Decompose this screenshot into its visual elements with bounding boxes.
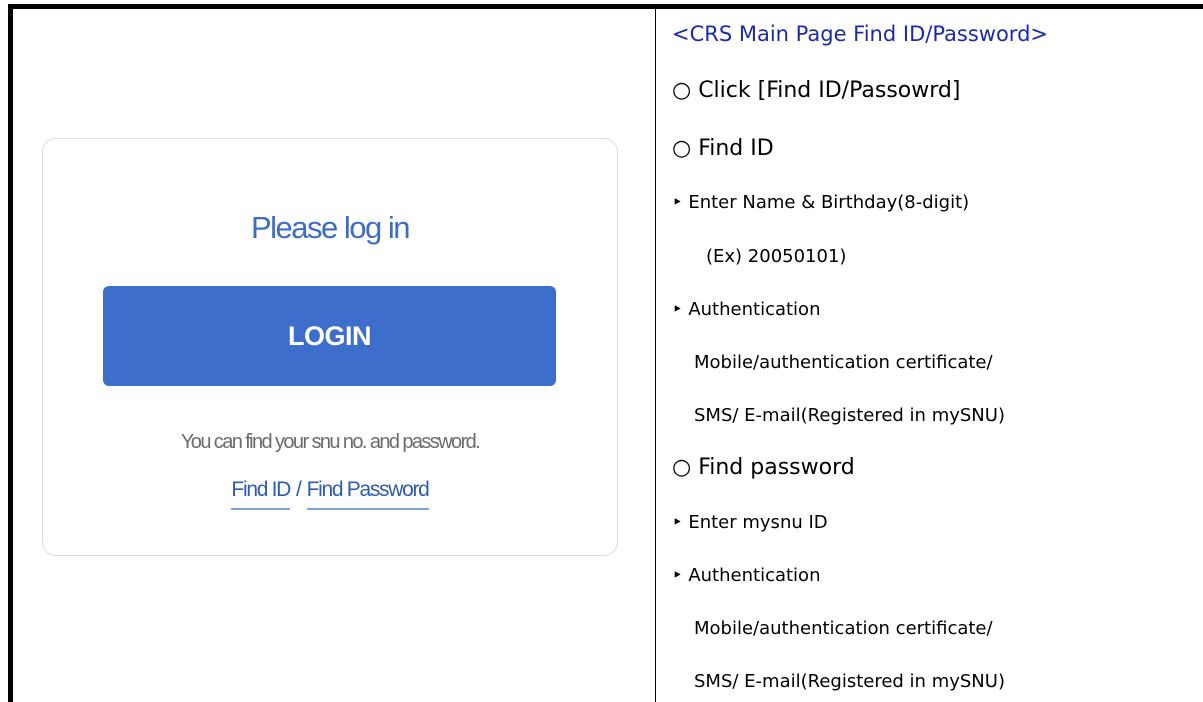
- find-link-separator: /: [296, 478, 302, 501]
- instruction-auth-methods-2a: Mobile/authentication certificate/: [694, 618, 993, 639]
- instruction-find-password: ○ Find password: [672, 455, 855, 480]
- column-divider: [655, 9, 656, 702]
- instruction-enter-name-birthday: ‣ Enter Name & Birthday(8-digit): [672, 192, 970, 213]
- frame-top-border: [8, 4, 1203, 9]
- find-links: Find ID / Find Password: [0, 478, 660, 510]
- find-id-link[interactable]: Find ID: [231, 478, 291, 510]
- instruction-enter-mysnu-id: ‣ Enter mysnu ID: [672, 512, 828, 533]
- instruction-auth-methods-1b: SMS/ E-mail(Registered in mySNU): [694, 405, 1005, 426]
- login-hint: You can find your snu no. and password.: [180, 431, 481, 453]
- instruction-auth-methods-1a: Mobile/authentication certificate/: [694, 352, 993, 373]
- instruction-auth-methods-2b: SMS/ E-mail(Registered in mySNU): [694, 671, 1005, 692]
- find-password-link[interactable]: Find Password: [306, 478, 430, 510]
- login-button[interactable]: LOGIN: [103, 286, 556, 386]
- instruction-click-find: ○ Click [Find ID/Passowrd]: [672, 78, 961, 103]
- instruction-authentication-1: ‣ Authentication: [672, 299, 821, 320]
- login-title: Please log in: [250, 210, 411, 245]
- instruction-authentication-2: ‣ Authentication: [672, 565, 821, 586]
- instruction-birthday-example: (Ex) 20050101): [706, 246, 847, 267]
- instructions-heading: <CRS Main Page Find ID/Password>: [672, 22, 1049, 46]
- frame-left-border: [8, 4, 13, 702]
- instruction-find-id: ○ Find ID: [672, 136, 774, 161]
